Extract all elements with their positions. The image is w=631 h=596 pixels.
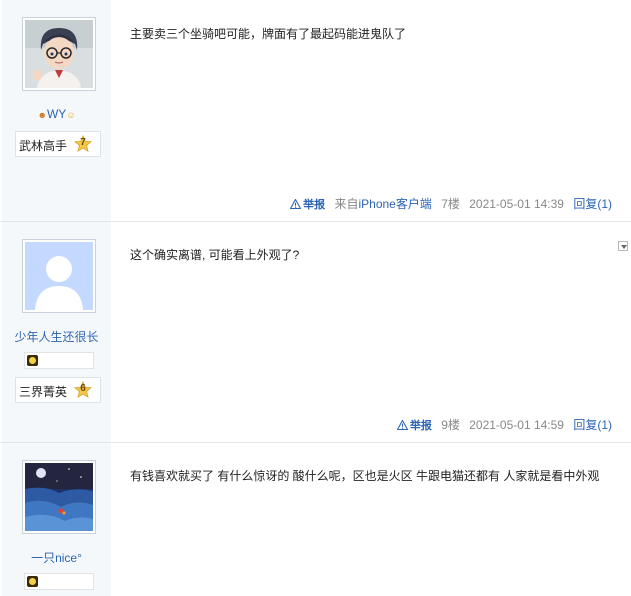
username-link[interactable]: 一只nice° xyxy=(2,549,111,566)
post-content: 这个确实离谱, 可能看上外观了? xyxy=(130,248,300,262)
rank-badge: 武林高手 7 xyxy=(15,131,101,157)
post-time: 2021-05-01 14:59 xyxy=(469,418,564,432)
post-floor-10: 一只nice° 有钱喜欢就买了 有什么惊讶的 酸什么呢，区也是火区 牛跟电猫还都… xyxy=(0,443,631,596)
post-footer: 举报 来自iPhone客户端 7楼 2021-05-01 14:39 回复(1) xyxy=(290,195,612,212)
medal-icon xyxy=(27,576,38,587)
floor-number: 7楼 xyxy=(441,197,460,211)
smile-emoji-icon: ☺ xyxy=(66,110,76,120)
warning-icon xyxy=(396,420,408,430)
post-floor-7: ☻WY☺ 武林高手 7 主要卖三个坐骑吧可能，牌面有了最起码能进鬼队了 举报 来… xyxy=(0,0,631,221)
rank-level: 6 xyxy=(80,383,86,394)
collapse-toggle-icon[interactable] xyxy=(618,241,628,251)
warning-icon xyxy=(290,199,302,209)
medal-slot xyxy=(24,352,94,369)
avatar[interactable] xyxy=(22,239,96,313)
author-sidebar: ☻WY☺ 武林高手 7 xyxy=(2,0,111,221)
avatar-image xyxy=(25,20,93,88)
avatar[interactable] xyxy=(22,460,96,534)
floor-number: 9楼 xyxy=(441,418,460,432)
author-sidebar: 少年人生还很长 三界菁英 6 xyxy=(2,222,111,442)
post-content: 主要卖三个坐骑吧可能，牌面有了最起码能进鬼队了 xyxy=(130,27,407,41)
author-sidebar: 一只nice° xyxy=(2,443,111,596)
emoji-icon: ☻ xyxy=(37,110,47,120)
post-content: 有钱喜欢就买了 有什么惊讶的 酸什么呢，区也是火区 牛跟电猫还都有 人家就是看中… xyxy=(130,469,600,483)
rank-level: 7 xyxy=(80,137,86,148)
avatar-image xyxy=(25,463,93,531)
post-footer: 举报 9楼 2021-05-01 14:59 回复(1) xyxy=(396,416,612,433)
reply-button[interactable]: 回复(1) xyxy=(573,418,612,432)
reply-button[interactable]: 回复(1) xyxy=(573,197,612,211)
post-floor-9: 少年人生还很长 三界菁英 6 这个确实离谱, 可能看上外观了? 举报 9楼 20… xyxy=(0,222,631,442)
report-link[interactable]: 举报 xyxy=(290,199,325,211)
rank-badge: 三界菁英 6 xyxy=(15,377,101,403)
source-client-link[interactable]: iPhone客户端 xyxy=(358,197,431,211)
rank-title: 三界菁英 xyxy=(19,385,68,399)
username-link[interactable]: 少年人生还很长 xyxy=(2,328,111,345)
medal-slot xyxy=(24,573,94,590)
username-link[interactable]: ☻WY☺ xyxy=(2,107,111,121)
default-avatar-icon xyxy=(25,242,93,310)
avatar[interactable] xyxy=(22,17,96,91)
medal-icon xyxy=(27,355,38,366)
post-time: 2021-05-01 14:39 xyxy=(469,197,564,211)
source-info: 来自iPhone客户端 xyxy=(334,197,432,211)
report-link[interactable]: 举报 xyxy=(396,420,432,432)
rank-title: 武林高手 xyxy=(19,139,68,153)
